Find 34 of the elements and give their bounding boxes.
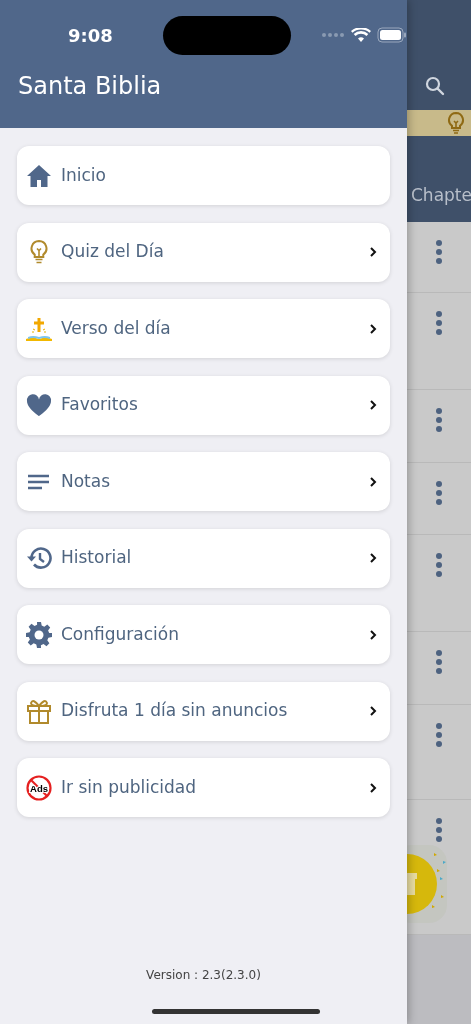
gift-icon [25, 697, 53, 725]
more-options-icon[interactable] [436, 650, 442, 674]
status-time: 9:08 [68, 23, 114, 48]
menu-item[interactable]: Quiz del Día [17, 222, 390, 282]
column-header: Chapte [411, 183, 471, 207]
menu-item[interactable]: Inicio [17, 146, 390, 205]
search-icon[interactable] [425, 76, 445, 96]
list-row[interactable] [407, 800, 471, 935]
more-options-icon[interactable] [436, 723, 442, 747]
menu-item[interactable]: Historial [17, 528, 390, 588]
history-icon [25, 544, 53, 572]
version-label: Version : 2.3(2.3.0) [146, 968, 261, 982]
lightbulb-icon[interactable] [447, 112, 465, 134]
list-row[interactable] [407, 390, 471, 463]
signal-icon [321, 32, 345, 38]
menu-item[interactable]: Configuración [17, 605, 390, 664]
drawer-title: Santa Biblia [18, 72, 162, 100]
menu-item[interactable]: Disfruta 1 día sin anuncios [17, 681, 390, 741]
heart-icon [25, 391, 53, 419]
wifi-icon [351, 27, 371, 43]
more-options-icon[interactable] [436, 553, 442, 577]
menu-item[interactable]: Notas [17, 452, 390, 511]
menu-item[interactable]: Favoritos [17, 375, 390, 435]
more-options-icon[interactable] [436, 818, 442, 842]
list-row[interactable] [407, 632, 471, 705]
battery-icon [377, 27, 407, 43]
more-options-icon[interactable] [436, 240, 442, 264]
more-options-icon[interactable] [436, 481, 442, 505]
more-options-icon[interactable] [436, 408, 442, 432]
menu-item[interactable]: Verso del día [17, 299, 390, 358]
settings-icon [25, 620, 53, 649]
more-options-icon[interactable] [436, 311, 442, 335]
list-row[interactable] [407, 463, 471, 535]
list-row[interactable] [407, 222, 471, 293]
